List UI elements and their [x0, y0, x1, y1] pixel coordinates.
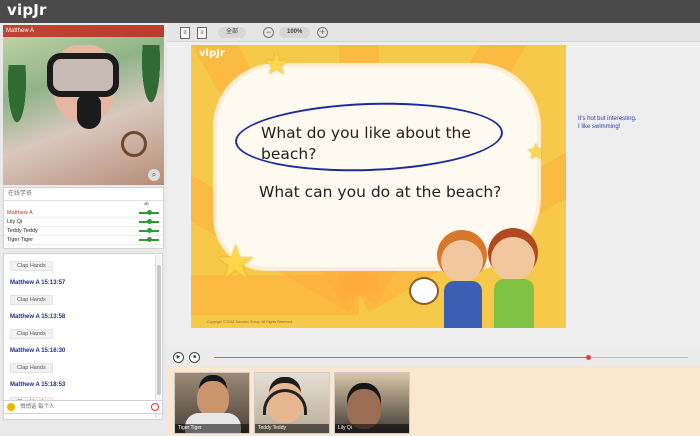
media-controls: ▶ ■	[167, 348, 700, 366]
user-row-tiger[interactable]: Tiger Tiger	[4, 236, 163, 245]
teacher-video[interactable]: Matthew A ⌕	[3, 25, 164, 185]
cartoon-dog	[409, 277, 439, 305]
star-icon: ★	[263, 48, 290, 81]
palm-tree-left	[3, 65, 31, 145]
snorkel	[77, 95, 101, 129]
chat-message: Matthew A 15:13:58 Clap Hands	[4, 312, 162, 340]
volume-slider[interactable]	[139, 237, 159, 242]
volume-slider[interactable]	[139, 228, 159, 233]
volume-knob[interactable]	[147, 228, 152, 233]
chat-message: Matthew A 15:16:30 Clap Hands	[4, 346, 162, 374]
zoom-in-icon[interactable]: +	[317, 27, 328, 38]
left-panel: Matthew A ⌕ 在线学员 ◀) Matthew A Lily Qi Te…	[0, 23, 167, 436]
emoji-icon[interactable]	[7, 403, 15, 411]
star-icon: ★	[526, 139, 546, 164]
upload-file-icon[interactable]: ≡	[180, 27, 190, 39]
annotation-line: It's hot but interesting.	[578, 116, 637, 122]
chat-recipient-label: 悄悄话 每个人	[20, 404, 55, 410]
palm-tree-right	[137, 45, 164, 125]
slide-question-2: What can you do at the beach?	[259, 183, 502, 201]
teacher-name-label: Matthew A	[3, 25, 164, 37]
cartoon-boy-head	[491, 237, 535, 281]
slide-area: vipJr What do you like about the beach? …	[167, 42, 700, 350]
progress-track[interactable]	[214, 355, 688, 360]
chat-text: Clap Hands	[10, 295, 53, 305]
volume-knob[interactable]	[147, 237, 152, 242]
whiteboard-annotation: It's hot but interesting. I like swimmin…	[578, 115, 637, 131]
annotation-line: I like swimming!	[578, 124, 621, 130]
zoom-icon[interactable]: ⌕	[148, 169, 160, 181]
chat-message: Matthew A 15:13:57 Clap Hands	[4, 278, 162, 306]
student-name-label: Teddy Teddy	[255, 424, 329, 433]
student-name-label: Lily Qi	[335, 424, 409, 433]
chat-author: Matthew A 15:13:58	[10, 314, 66, 320]
student-name-label: Tiger Tiger	[175, 424, 249, 433]
user-name: Lily Qi	[7, 219, 23, 225]
slide-toolbar: ≡ ≡ 全部 − 100% +	[167, 23, 700, 42]
student-video-teddy[interactable]: Teddy Teddy	[254, 372, 330, 434]
slide-question-1: What do you like about the beach?	[261, 124, 471, 163]
user-row-matthew[interactable]: Matthew A	[4, 209, 163, 218]
cartoon-girl-head	[441, 240, 483, 282]
file-list-icon[interactable]: ≡	[197, 27, 207, 39]
chat-scrollbar[interactable]	[155, 255, 161, 418]
mute-icon[interactable]	[151, 403, 159, 411]
lesson-slide[interactable]: vipJr What do you like about the beach? …	[191, 45, 566, 328]
user-name: Matthew A	[7, 210, 33, 216]
cartoon-boy-body	[494, 279, 534, 328]
chat-panel: Clap Hands Matthew A 15:13:57 Clap Hands…	[3, 253, 163, 420]
chat-author: Matthew A 15:18:53	[10, 382, 66, 388]
volume-knob[interactable]	[147, 210, 152, 215]
online-users-panel: 在线学员 ◀) Matthew A Lily Qi Teddy Teddy Ti…	[3, 187, 164, 249]
slide-copyright: Copyright © 2018 Tutorabc Group. All Rig…	[207, 320, 294, 324]
app-logo: vipJr	[7, 1, 47, 19]
zoom-out-icon[interactable]: −	[263, 27, 274, 38]
student-face	[197, 381, 229, 417]
ship-wheel	[121, 131, 147, 157]
student-face	[347, 389, 381, 429]
top-bar: vipJr	[0, 0, 700, 23]
chat-scroll-thumb[interactable]	[157, 265, 161, 395]
slide-logo: vipJr	[199, 48, 225, 59]
volume-slider[interactable]	[139, 210, 159, 215]
play-icon[interactable]: ▶	[173, 352, 184, 363]
stop-icon[interactable]: ■	[189, 352, 200, 363]
all-button[interactable]: 全部	[218, 27, 247, 38]
user-name: Tiger Tiger	[7, 237, 34, 243]
volume-header: ◀)	[143, 201, 149, 207]
user-name: Teddy Teddy	[7, 228, 38, 234]
progress-knob[interactable]	[586, 355, 592, 360]
chat-text: Clap Hands	[10, 363, 53, 373]
zoom-level[interactable]: 100%	[279, 27, 311, 38]
progress-fill	[214, 357, 589, 358]
user-row-teddy[interactable]: Teddy Teddy	[4, 227, 163, 236]
online-users-header: 在线学员	[4, 188, 163, 201]
student-videos: Tiger Tiger Teddy Teddy Lily Qi	[167, 366, 700, 436]
user-row-lily[interactable]: Lily Qi	[4, 218, 163, 227]
cartoon-girl-body	[444, 281, 482, 328]
chat-author: Matthew A 15:16:30	[10, 348, 66, 354]
student-video-lily[interactable]: Lily Qi	[334, 372, 410, 434]
chat-text: Clap Hands	[10, 261, 53, 271]
volume-slider[interactable]	[139, 219, 159, 224]
chat-author: Matthew A 15:13:57	[10, 280, 66, 286]
chat-text: Clap Hands	[10, 329, 53, 339]
diving-mask	[47, 53, 119, 97]
chat-message: Clap Hands	[4, 254, 162, 272]
chat-input[interactable]: 悄悄话 每个人	[3, 400, 163, 414]
student-video-tiger[interactable]: Tiger Tiger	[174, 372, 250, 434]
star-icon: ★	[215, 236, 257, 288]
volume-knob[interactable]	[147, 219, 152, 224]
